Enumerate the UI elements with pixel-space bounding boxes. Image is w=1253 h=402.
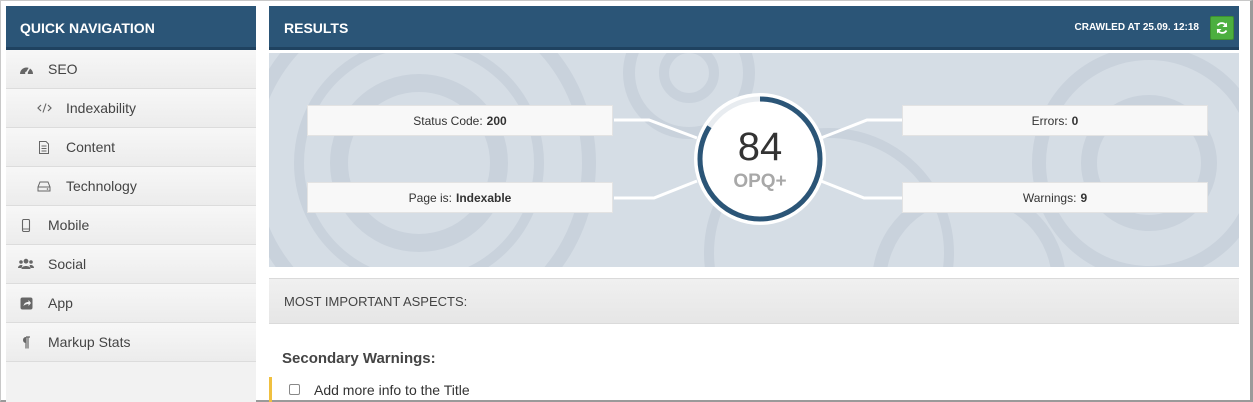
refresh-icon (1216, 22, 1228, 34)
aspects-header: MOST IMPORTANT ASPECTS: (269, 278, 1239, 324)
sidebar-item-label: Indexability (66, 100, 137, 116)
indexable-box: Page is: Indexable (307, 182, 613, 213)
score-label: OPQ+ (733, 171, 787, 192)
sidebar-item-label: Content (66, 139, 116, 155)
results-panel: RESULTS CRAWLED AT 25.09. 12:18 Status C… (269, 6, 1239, 402)
page-is-label: Page is: (408, 190, 452, 205)
sidebar-item-label: Markup Stats (48, 334, 131, 350)
sidebar-item-markup-stats[interactable]: Markup Stats (6, 323, 256, 362)
hdd-icon (36, 179, 52, 193)
results-overview: Status Code: 200 Page is: Indexable Errors… (269, 53, 1239, 267)
warnings-value: 9 (1080, 190, 1088, 205)
refresh-button[interactable] (1210, 16, 1234, 40)
results-header: RESULTS CRAWLED AT 25.09. 12:18 (269, 6, 1239, 50)
secondary-warnings-title: Secondary Warnings: (282, 350, 436, 367)
sidebar-item-label: App (48, 295, 73, 311)
document-icon (36, 140, 52, 154)
sidebar-item-app[interactable]: App (6, 284, 256, 323)
sidebar-item-indexability[interactable]: Indexability (6, 89, 256, 128)
opq-score-gauge: 84 OPQ+ (692, 91, 828, 227)
status-code-label: Status Code: (413, 113, 483, 128)
mobile-icon (18, 218, 34, 232)
status-code-box: Status Code: 200 (307, 105, 613, 136)
warnings-label: Warnings: (1022, 190, 1077, 205)
quick-navigation-sidebar: QUICK NAVIGATION SEO Indexability Conten… (6, 6, 256, 402)
paragraph-icon (18, 335, 34, 349)
score-value: 84 (737, 125, 783, 169)
share-square-icon (18, 296, 34, 310)
crawled-timestamp: CRAWLED AT 25.09. 12:18 (1074, 22, 1199, 33)
sidebar-item-technology[interactable]: Technology (6, 167, 256, 206)
dashboard-icon (18, 62, 34, 76)
sidebar-title: QUICK NAVIGATION (6, 6, 256, 50)
warning-checkbox[interactable] (289, 384, 300, 395)
sidebar-item-label: Social (48, 256, 87, 272)
sidebar-item-label: Mobile (48, 217, 90, 233)
sidebar-item-label: Technology (66, 178, 137, 194)
errors-box: Errors: 0 (902, 105, 1208, 136)
sidebar-item-content[interactable]: Content (6, 128, 256, 167)
status-code-value: 200 (486, 113, 507, 128)
sidebar-item-mobile[interactable]: Mobile (6, 206, 256, 245)
sidebar-item-seo[interactable]: SEO (6, 50, 256, 89)
warnings-box: Warnings: 9 (902, 182, 1208, 213)
results-title: RESULTS (284, 20, 349, 36)
warning-item[interactable]: Add more info to the Title (269, 377, 1239, 402)
errors-label: Errors: (1031, 113, 1068, 128)
users-icon (18, 257, 34, 271)
page-is-value: Indexable (456, 190, 512, 205)
warning-text: Add more info to the Title (314, 381, 470, 398)
code-icon (36, 101, 52, 115)
sidebar-item-label: SEO (48, 61, 78, 77)
errors-value: 0 (1071, 113, 1079, 128)
sidebar-item-social[interactable]: Social (6, 245, 256, 284)
